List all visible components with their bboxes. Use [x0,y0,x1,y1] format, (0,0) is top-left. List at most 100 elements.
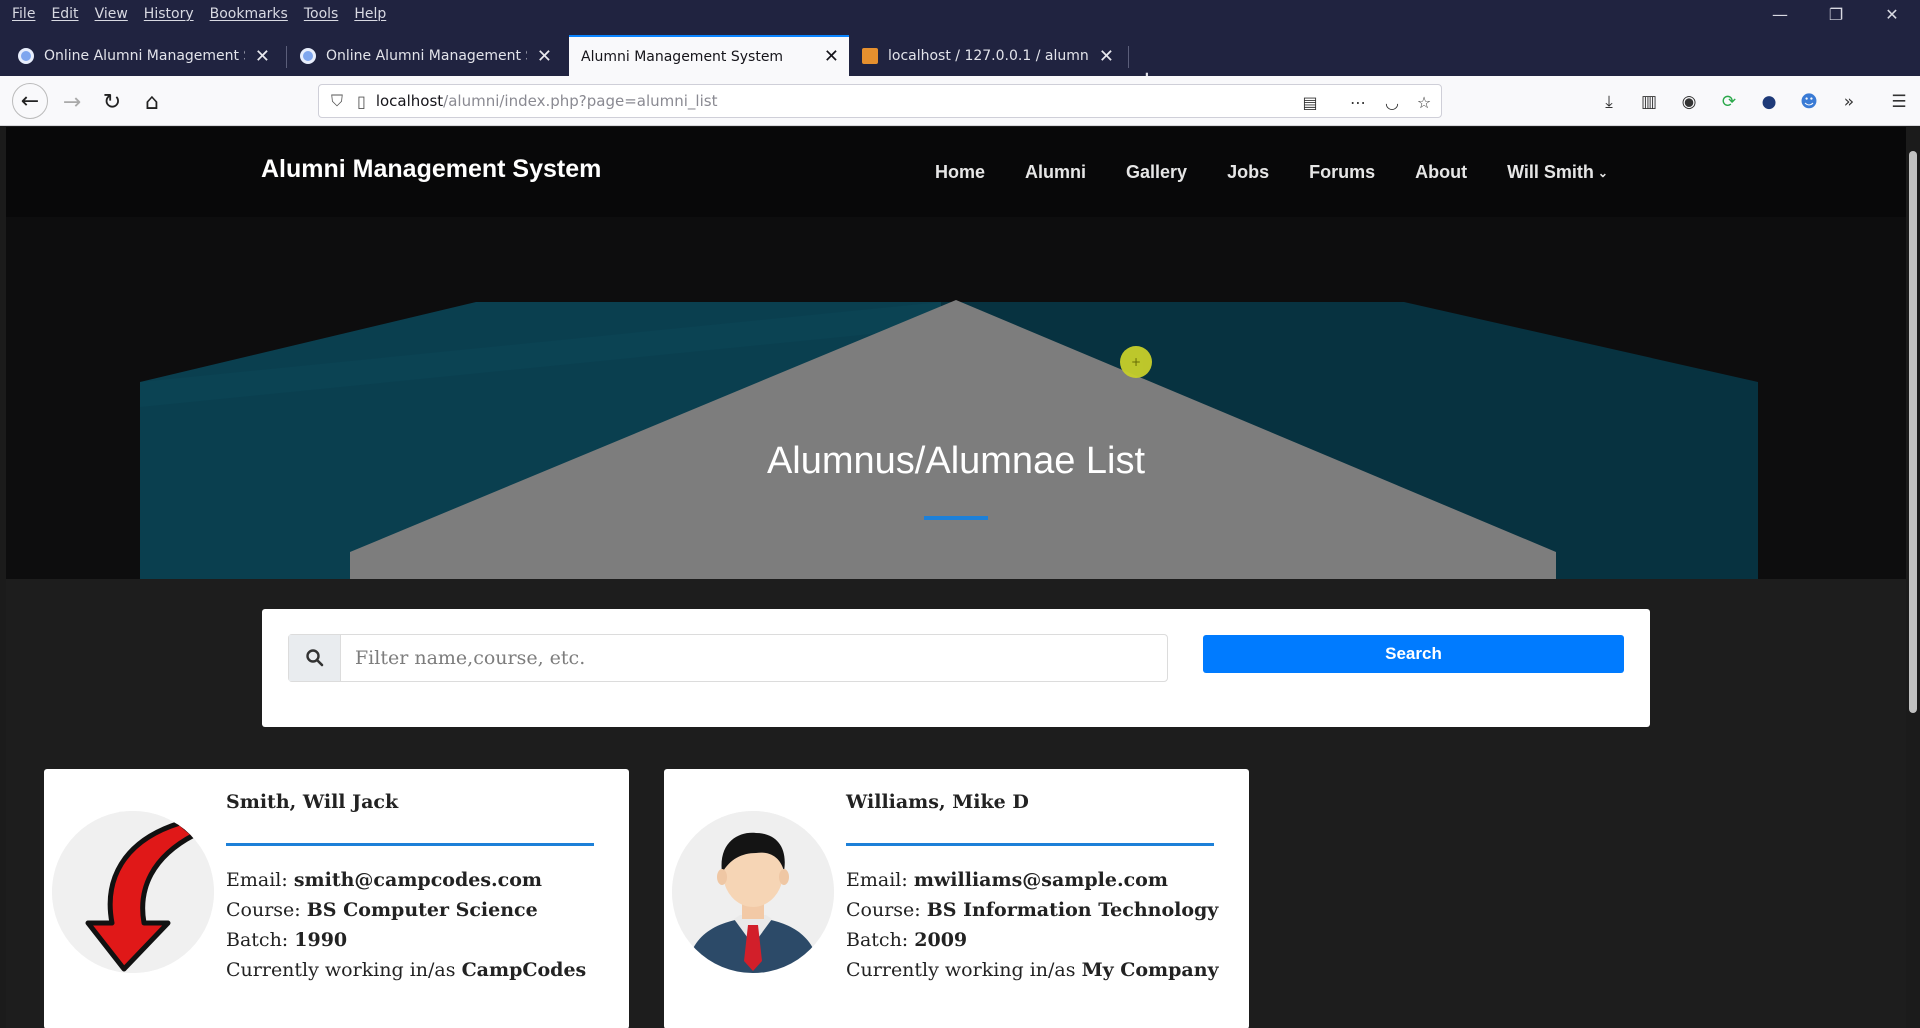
working-value: My Company [1081,959,1219,981]
email-row: Email: smith@campcodes.com [226,865,586,895]
batch-label: Batch: [846,929,909,951]
site-brand[interactable]: Alumni Management System [261,155,601,184]
batch-row: Batch: 2009 [846,925,1219,955]
course-label: Course: [226,899,301,921]
downloads-icon[interactable]: ⤓ [1596,89,1622,115]
menu-bookmarks[interactable]: Bookmarks [210,6,288,22]
sync-extension-icon[interactable]: ⟳ [1716,89,1742,115]
menu-view[interactable]: View [95,6,128,22]
hamburger-menu-icon[interactable]: ☰ [1886,89,1912,115]
menu-bar: File Edit View History Bookmarks Tools H… [0,0,1920,28]
close-tab-icon[interactable]: ✕ [255,46,270,67]
scrollbar-thumb[interactable] [1909,151,1917,713]
reload-icon[interactable]: ↻ [96,86,128,118]
nav-home[interactable]: Home [935,162,985,183]
menu-edit[interactable]: Edit [51,6,78,22]
working-row: Currently working in/as CampCodes [226,955,586,985]
nav-forums[interactable]: Forums [1309,162,1375,183]
red-arrow-icon [52,811,214,973]
cursor-highlight-icon: + [1120,346,1152,378]
email-row: Email: mwilliams@sample.com [846,865,1219,895]
close-tab-icon[interactable]: ✕ [824,46,839,67]
close-window-icon[interactable]: ✕ [1864,0,1920,28]
working-label: Currently working in/as [226,959,456,981]
tab-alumni-sys-1[interactable]: Online Alumni Management Sys ✕ [8,38,280,74]
page-info-icon[interactable]: ▯ [357,92,366,111]
url-host: localhost [375,92,444,110]
batch-value: 1990 [294,929,348,951]
nav-about[interactable]: About [1415,162,1467,183]
minimize-icon[interactable]: — [1752,0,1808,28]
account-icon[interactable]: ☻ [1796,89,1822,115]
email-value: mwilliams@sample.com [913,869,1168,891]
bookmark-star-icon[interactable]: ☆ [1411,89,1437,115]
alumni-details: Email: smith@campcodes.com Course: BS Co… [226,865,586,985]
batch-label: Batch: [226,929,289,951]
url-bar[interactable]: ⛉ ▯ localhost/alumni/index.php?page=alum… [318,84,1442,118]
tab-phpmyadmin[interactable]: localhost / 127.0.0.1 / alumni_d ✕ [852,38,1124,74]
pocket-icon[interactable]: ◡ [1379,89,1405,115]
nav-jobs[interactable]: Jobs [1227,162,1269,183]
close-tab-icon[interactable]: ✕ [1099,46,1114,67]
email-value: smith@campcodes.com [293,869,542,891]
nav-alumni[interactable]: Alumni [1025,162,1086,183]
filter-input[interactable] [341,635,1167,681]
search-button[interactable]: Search [1203,635,1624,673]
back-arrow-icon[interactable]: ← [12,83,48,119]
hero-section: Alumni Management System Home Alumni Gal… [6,127,1906,579]
working-value: CampCodes [461,959,587,981]
course-row: Course: BS Computer Science [226,895,586,925]
extension-icon[interactable]: ◉ [1676,89,1702,115]
chevron-down-icon: ⌄ [1597,165,1608,180]
menu-help[interactable]: Help [354,6,386,22]
tab-title: Online Alumni Management Sys [326,48,527,64]
batch-row: Batch: 1990 [226,925,586,955]
tab-title: Online Alumni Management Sys [44,48,245,64]
page-actions-icon[interactable]: ⋯ [1345,89,1371,115]
phpmyadmin-favicon-icon [862,48,878,64]
globe-favicon-icon [300,48,316,64]
tab-strip: Online Alumni Management Sys ✕ Online Al… [0,28,1920,96]
alumni-name: Williams, Mike D [846,791,1029,813]
course-value: BS Computer Science [306,899,538,921]
restore-icon[interactable]: ❐ [1808,0,1864,28]
window-controls: — ❐ ✕ [1752,0,1920,28]
search-icon [289,635,341,681]
working-row: Currently working in/as My Company [846,955,1219,985]
home-icon[interactable]: ⌂ [136,86,168,118]
url-path: /alumni/index.php?page=alumni_list [443,92,718,110]
tab-alumni-sys-2[interactable]: Online Alumni Management Sys ✕ [290,38,562,74]
overflow-chevron-icon[interactable]: » [1836,89,1862,115]
navigation-toolbar: ← → ↻ ⌂ ⛉ ▯ localhost/alumni/index.php?p… [0,76,1920,126]
menu-tools[interactable]: Tools [304,6,339,22]
extension-dark-icon[interactable]: ● [1756,89,1782,115]
menu-history[interactable]: History [144,6,194,22]
user-name: Will Smith [1507,162,1594,182]
alumni-name: Smith, Will Jack [226,791,399,813]
sidebar-library-icon[interactable]: ▥ [1636,89,1662,115]
forward-arrow-icon[interactable]: → [56,86,88,118]
menu-file[interactable]: File [12,6,35,22]
tab-separator [286,46,287,68]
user-menu[interactable]: Will Smith ⌄ [1507,162,1608,183]
page-scrollbar[interactable] [1906,127,1920,1028]
tab-title: localhost / 127.0.0.1 / alumni_d [888,48,1089,64]
alumni-divider [226,843,594,846]
batch-value: 2009 [914,929,968,951]
reader-view-icon[interactable]: ▤ [1297,89,1323,115]
working-label: Currently working in/as [846,959,1076,981]
close-tab-icon[interactable]: ✕ [537,46,552,67]
tracking-shield-icon[interactable]: ⛉ [331,91,343,111]
globe-favicon-icon [18,48,34,64]
alumni-divider [846,843,1214,846]
course-label: Course: [846,899,921,921]
tab-alumni-management-active[interactable]: Alumni Management System ✕ [569,35,849,76]
site-nav: Home Alumni Gallery Jobs Forums About Wi… [935,162,1608,183]
nav-gallery[interactable]: Gallery [1126,162,1187,183]
email-label: Email: [226,869,288,891]
tab-title: Alumni Management System [581,48,784,65]
page-viewport: Alumni Management System Home Alumni Gal… [6,127,1906,1028]
filter-card: Search [262,609,1650,727]
filter-input-group [288,634,1168,682]
title-divider [924,516,988,520]
